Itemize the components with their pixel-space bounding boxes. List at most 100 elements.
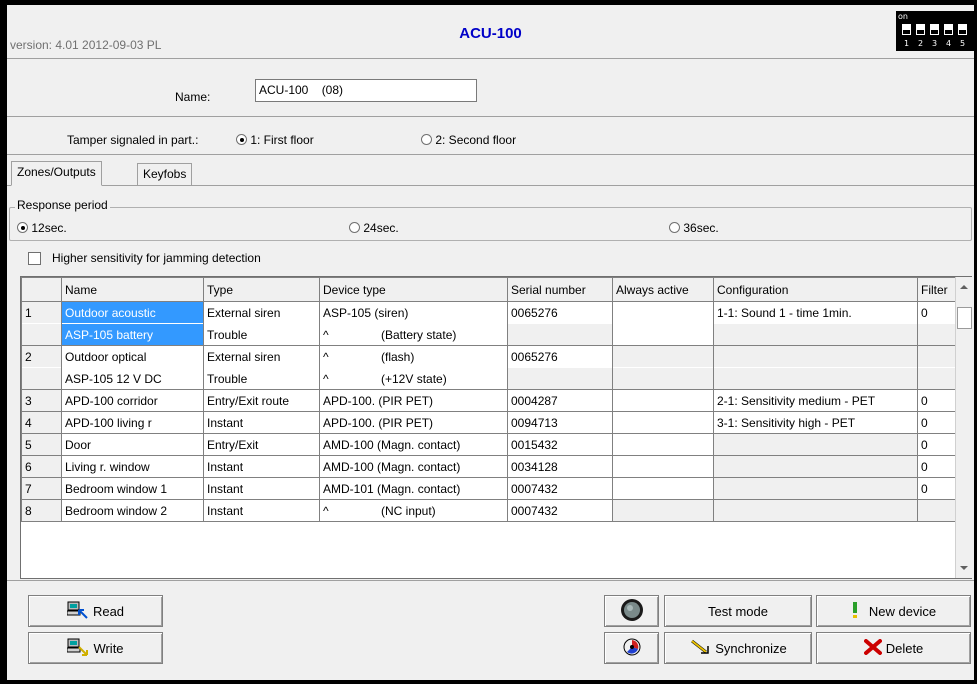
cell-config[interactable]: 3-1: Sensitivity high - PET [713, 411, 918, 434]
cell-always-active[interactable] [612, 455, 714, 478]
dip-switch-3 [930, 24, 939, 35]
tamper-option-second-floor[interactable]: 2: Second floor [421, 133, 516, 147]
cell-type[interactable]: Entry/Exit [203, 433, 320, 456]
cell-device[interactable]: ^ (flash) [319, 345, 508, 368]
dip-number: 4 [945, 39, 952, 48]
column-header-always-active[interactable]: Always active [612, 277, 714, 302]
table-row[interactable]: 5 Door Entry/Exit AMD-100 (Magn. contact… [21, 433, 958, 456]
cell-type[interactable]: Trouble [203, 367, 320, 390]
table-row[interactable]: 3 APD-100 corridor Entry/Exit route APD-… [21, 389, 958, 412]
table-row[interactable]: 2 Outdoor optical External siren ^ (flash… [21, 345, 958, 368]
cell-config[interactable]: 2-1: Sensitivity medium - PET [713, 389, 918, 412]
cell-name[interactable]: Outdoor optical [61, 345, 204, 368]
table-row[interactable]: 8 Bedroom window 2 Instant ^ (NC input) 0… [21, 499, 958, 522]
cell-filter[interactable]: 0 [917, 411, 958, 434]
cell-filter[interactable]: 0 [917, 389, 958, 412]
column-header-device-type[interactable]: Device type [319, 277, 508, 302]
response-option-24[interactable]: 24sec. [349, 221, 399, 235]
cell-type[interactable]: Instant [203, 499, 320, 522]
cell-serial[interactable]: 0007432 [507, 499, 613, 522]
table-row[interactable]: 6 Living r. window Instant AMD-100 (Magn… [21, 455, 958, 478]
cell-name[interactable]: Bedroom window 1 [61, 477, 204, 500]
name-input[interactable]: ACU-100 (08) [255, 79, 477, 102]
cell-device[interactable]: APD-100. (PIR PET) [319, 411, 508, 434]
cell-device[interactable]: AMD-100 (Magn. contact) [319, 455, 508, 478]
row-number: 7 [21, 477, 62, 500]
cell-device[interactable]: AMD-100 (Magn. contact) [319, 433, 508, 456]
table-row[interactable]: 4 APD-100 living r Instant APD-100. (PIR… [21, 411, 958, 434]
column-header-name[interactable]: Name [61, 277, 204, 302]
cell-device[interactable]: ASP-105 (siren) [319, 301, 508, 324]
cell-always-active[interactable] [612, 433, 714, 456]
cell-filter[interactable]: 0 [917, 477, 958, 500]
cell-filter [917, 323, 958, 346]
cell-type[interactable]: External siren [203, 345, 320, 368]
cell-serial[interactable]: 0034128 [507, 455, 613, 478]
new-device-button[interactable]: New device [816, 595, 971, 627]
cell-name[interactable]: ASP-105 12 V DC [61, 367, 204, 390]
cell-serial[interactable]: 0094713 [507, 411, 613, 434]
jamming-checkbox[interactable] [28, 252, 41, 265]
scroll-up-arrow-icon[interactable] [960, 285, 968, 289]
column-header-serial[interactable]: Serial number [507, 277, 613, 302]
cell-filter[interactable]: 0 [917, 301, 958, 324]
column-header-type[interactable]: Type [203, 277, 320, 302]
table-row[interactable]: 7 Bedroom window 1 Instant AMD-101 (Magn… [21, 477, 958, 500]
cell-always-active[interactable] [612, 477, 714, 500]
cell-filter[interactable]: 0 [917, 433, 958, 456]
tamper-option-first-floor[interactable]: 1: First floor [236, 133, 314, 147]
cell-name[interactable]: APD-100 living r [61, 411, 204, 434]
tamper-option-label: 1: First floor [250, 133, 314, 147]
tamper-option-label: 2: Second floor [435, 133, 517, 147]
test-mode-button[interactable]: Test mode [664, 595, 812, 627]
cell-always-active[interactable] [612, 301, 714, 324]
cell-device[interactable]: ^ (NC input) [319, 499, 508, 522]
cell-serial[interactable]: 0015432 [507, 433, 613, 456]
response-option-36[interactable]: 36sec. [669, 221, 719, 235]
cell-name[interactable]: Door [61, 433, 204, 456]
delete-button[interactable]: Delete [816, 632, 971, 664]
cell-name[interactable]: Outdoor acoustic [61, 301, 204, 324]
column-header-configuration[interactable]: Configuration [713, 277, 918, 302]
delete-button-label: Delete [885, 640, 924, 656]
cell-serial[interactable]: 0065276 [507, 301, 613, 324]
table-subrow[interactable]: ASP-105 12 V DC Trouble ^ (+12V state) [21, 367, 958, 390]
write-button[interactable]: Write [28, 632, 163, 664]
cell-type[interactable]: Entry/Exit route [203, 389, 320, 412]
scroll-thumb[interactable] [957, 307, 972, 329]
cell-type[interactable]: External siren [203, 301, 320, 324]
table-subrow[interactable]: ASP-105 battery Trouble ^ (Battery state) [21, 323, 958, 346]
synchronize-button[interactable]: Synchronize [664, 632, 812, 664]
cell-name[interactable]: Living r. window [61, 455, 204, 478]
cell-serial[interactable]: 0007432 [507, 477, 613, 500]
cell-always-active[interactable] [612, 323, 714, 346]
scroll-down-arrow-icon[interactable] [960, 566, 968, 570]
table-row[interactable]: 1 Outdoor acoustic External siren ASP-10… [21, 301, 958, 324]
table-scrollbar[interactable] [955, 277, 972, 578]
cell-config[interactable]: 1-1: Sound 1 - time 1min. [713, 301, 918, 324]
cell-device[interactable]: AMD-101 (Magn. contact) [319, 477, 508, 500]
read-button[interactable]: Read [28, 595, 163, 627]
cell-always-active[interactable] [612, 411, 714, 434]
cell-type[interactable]: Trouble [203, 323, 320, 346]
tab-zones-outputs[interactable]: Zones/Outputs [11, 161, 102, 186]
cell-serial[interactable]: 0065276 [507, 345, 613, 368]
cell-type[interactable]: Instant [203, 455, 320, 478]
tab-keyfobs[interactable]: Keyfobs [137, 163, 193, 185]
column-header-filter[interactable]: Filter [917, 277, 958, 302]
cell-name[interactable]: Bedroom window 2 [61, 499, 204, 522]
cell-device[interactable]: ^ (Battery state) [319, 323, 508, 346]
cell-serial[interactable]: 0004287 [507, 389, 613, 412]
cell-type[interactable]: Instant [203, 411, 320, 434]
row-number: 8 [21, 499, 62, 522]
response-option-12[interactable]: 12sec. [17, 221, 67, 235]
test-mode-indicator-button[interactable] [604, 595, 659, 627]
cell-device[interactable]: ^ (+12V state) [319, 367, 508, 390]
cell-filter[interactable]: 0 [917, 455, 958, 478]
signal-monitor-button[interactable] [604, 632, 659, 664]
cell-name[interactable]: ASP-105 battery [61, 323, 204, 346]
cell-type[interactable]: Instant [203, 477, 320, 500]
cell-device[interactable]: APD-100. (PIR PET) [319, 389, 508, 412]
cell-name[interactable]: APD-100 corridor [61, 389, 204, 412]
cell-always-active[interactable] [612, 389, 714, 412]
